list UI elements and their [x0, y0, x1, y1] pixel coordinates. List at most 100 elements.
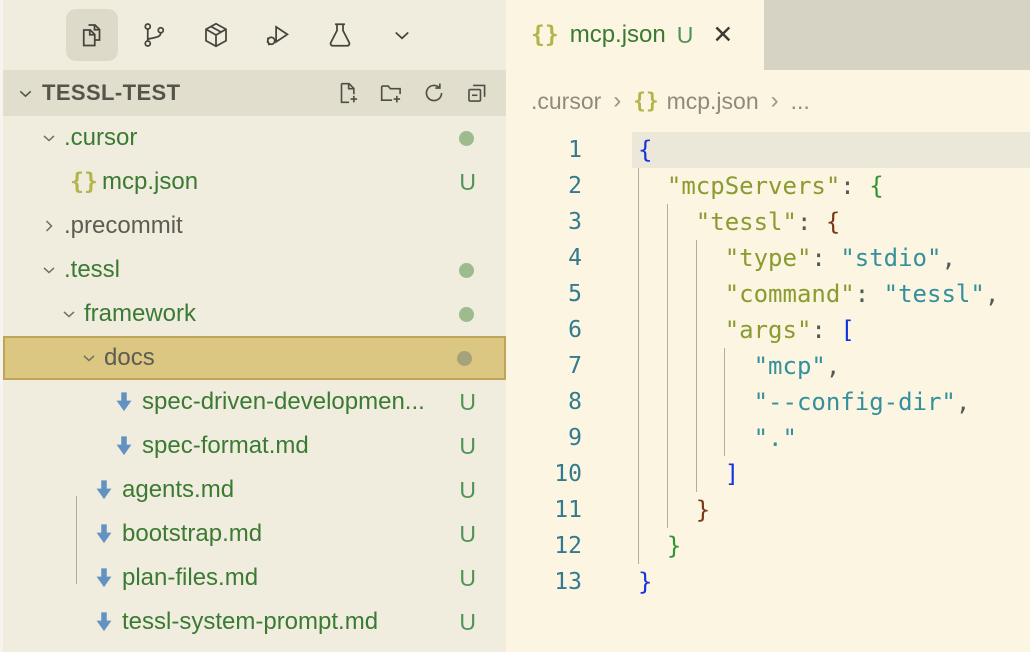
- tab-modified-badge: U: [677, 22, 694, 49]
- tab-close-icon[interactable]: ✕: [712, 23, 733, 48]
- tab-bar: {} mcp.json U ✕: [506, 0, 1030, 70]
- tree-item-precommit[interactable]: .precommit: [3, 204, 506, 248]
- line-number: 6: [506, 312, 582, 348]
- editor-group: {} mcp.json U ✕ .cursor›{}mcp.json›... 1…: [506, 0, 1030, 652]
- tree-item-label: bootstrap.md: [122, 520, 459, 548]
- tree-item-label: .cursor: [64, 124, 459, 152]
- code-indent-guide: [638, 168, 639, 564]
- line-number: 13: [506, 564, 582, 600]
- git-modified-dot-badge: [457, 351, 472, 366]
- markdown-file-icon: [93, 479, 115, 501]
- chevron-right-icon: [39, 216, 59, 236]
- tree-item-label: tessl-system-prompt.md: [122, 608, 459, 636]
- git-untracked-badge: U: [459, 433, 476, 460]
- tree-item-docs[interactable]: docs: [3, 336, 506, 380]
- git-modified-dot-badge: [459, 263, 474, 278]
- new-folder-button[interactable]: [378, 80, 404, 106]
- git-untracked-badge: U: [459, 169, 476, 196]
- code-text: }: [638, 564, 652, 600]
- code-line[interactable]: 3 "tessl": {: [506, 204, 1030, 240]
- breadcrumb-label: ...: [791, 88, 810, 115]
- code-editor[interactable]: 1{2 "mcpServers": {3 "tessl": {4 "type":…: [506, 132, 1030, 600]
- code-line[interactable]: 4 "type": "stdio",: [506, 240, 1030, 276]
- breadcrumb-label: mcp.json: [667, 88, 759, 115]
- tree-item-spec-format-md[interactable]: spec-format.mdU: [3, 424, 506, 468]
- code-line[interactable]: 8 "--config-dir",: [506, 384, 1030, 420]
- tree-item-bootstrap-md[interactable]: bootstrap.mdU: [3, 512, 506, 556]
- collapse-folders-button[interactable]: [464, 80, 490, 106]
- tree-item-label: .tessl: [64, 256, 459, 284]
- activity-run-debug-button[interactable]: [252, 9, 304, 61]
- tree-item-label: spec-format.md: [142, 432, 459, 460]
- line-number: 4: [506, 240, 582, 276]
- code-text: "mcpServers": {: [638, 168, 884, 204]
- tree-item-framework[interactable]: framework: [3, 292, 506, 336]
- breadcrumb-item[interactable]: ...: [791, 88, 810, 115]
- tree-item-mcp-json[interactable]: {}mcp.jsonU: [3, 160, 506, 204]
- code-text: }: [638, 492, 710, 528]
- activity-extensions-button[interactable]: [190, 9, 242, 61]
- section-chevron-down-icon[interactable]: [15, 83, 36, 104]
- markdown-file-icon: [93, 523, 115, 545]
- breadcrumb-item[interactable]: .cursor: [531, 88, 601, 115]
- breadcrumb-separator-icon: ›: [611, 87, 623, 115]
- new-file-button[interactable]: [335, 80, 361, 106]
- chevron-down-icon: [39, 128, 59, 148]
- line-number: 10: [506, 456, 582, 492]
- tab-label: mcp.json: [570, 21, 666, 49]
- code-text: "command": "tessl",: [638, 276, 999, 312]
- new-file-icon: [335, 80, 361, 106]
- code-text: "args": [: [638, 312, 855, 348]
- code-line[interactable]: 13}: [506, 564, 1030, 600]
- git-modified-dot-badge: [459, 307, 474, 322]
- tree-item-agents-md[interactable]: agents.mdU: [3, 468, 506, 512]
- code-line[interactable]: 6 "args": [: [506, 312, 1030, 348]
- breadcrumb-item[interactable]: {} mcp.json: [633, 88, 758, 115]
- code-text: ]: [638, 456, 739, 492]
- tree-item-tessl-system-prompt-md[interactable]: tessl-system-prompt.mdU: [3, 600, 506, 644]
- activity-explorer-button[interactable]: [66, 9, 118, 61]
- json-file-icon: {}: [633, 91, 658, 112]
- refresh-explorer-button[interactable]: [421, 80, 447, 106]
- line-number: 2: [506, 168, 582, 204]
- line-number: 11: [506, 492, 582, 528]
- sidebar: TESSL-TEST: [0, 0, 506, 652]
- tree-item-spec-driven-developmen[interactable]: spec-driven-developmen...U: [3, 380, 506, 424]
- extensions-package-icon: [201, 20, 231, 50]
- git-untracked-badge: U: [459, 609, 476, 636]
- code-line[interactable]: 10 ]: [506, 456, 1030, 492]
- tree-item-label: plan-files.md: [122, 564, 459, 592]
- git-untracked-badge: U: [459, 389, 476, 416]
- code-line[interactable]: 2 "mcpServers": {: [506, 168, 1030, 204]
- code-line[interactable]: 9 ".": [506, 420, 1030, 456]
- tree-item-tessl[interactable]: .tessl: [3, 248, 506, 292]
- code-line[interactable]: 11 }: [506, 492, 1030, 528]
- activity-source-control-button[interactable]: [128, 9, 180, 61]
- code-text: ".": [638, 420, 797, 456]
- code-line[interactable]: 1{: [506, 132, 1030, 168]
- git-untracked-badge: U: [459, 565, 476, 592]
- testing-beaker-icon: [325, 20, 355, 50]
- markdown-file-icon: [113, 391, 135, 413]
- git-modified-dot-badge: [459, 131, 474, 146]
- explorer-section-title[interactable]: TESSL-TEST: [42, 80, 335, 106]
- git-untracked-badge: U: [459, 521, 476, 548]
- breadcrumb: .cursor›{}mcp.json›...: [506, 70, 1030, 132]
- code-indent-guide: [667, 204, 668, 528]
- activity-bar: [3, 0, 506, 70]
- explorer-header: TESSL-TEST: [3, 70, 506, 116]
- tab-mcp-json[interactable]: {} mcp.json U ✕: [506, 0, 764, 70]
- line-number: 12: [506, 528, 582, 564]
- markdown-file-icon: [93, 611, 115, 633]
- activity-testing-button[interactable]: [314, 9, 366, 61]
- code-line[interactable]: 12 }: [506, 528, 1030, 564]
- line-number: 8: [506, 384, 582, 420]
- activity-more-views-button[interactable]: [376, 9, 428, 61]
- tree-item-plan-files-md[interactable]: plan-files.mdU: [3, 556, 506, 600]
- tree-item-cursor[interactable]: .cursor: [3, 116, 506, 160]
- code-text: "type": "stdio",: [638, 240, 956, 276]
- tree-item-label: framework: [84, 300, 459, 328]
- code-line[interactable]: 7 "mcp",: [506, 348, 1030, 384]
- code-line[interactable]: 5 "command": "tessl",: [506, 276, 1030, 312]
- code-indent-guide: [696, 240, 697, 492]
